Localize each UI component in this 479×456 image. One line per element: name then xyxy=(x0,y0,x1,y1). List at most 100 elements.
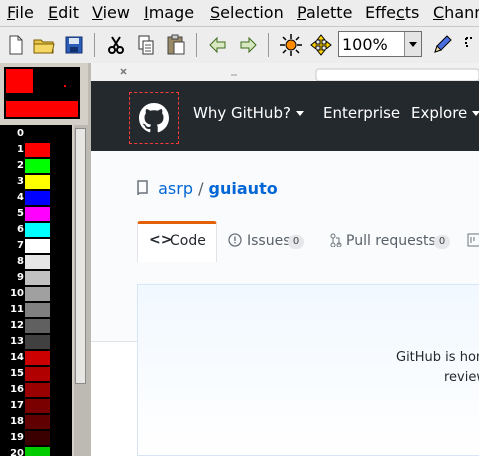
copy-icon[interactable] xyxy=(134,33,158,57)
palette-index: 4 xyxy=(17,192,24,203)
palette-entry[interactable]: 1 xyxy=(0,142,72,158)
palette-entry[interactable]: 19 xyxy=(0,430,72,446)
redo-arrow-icon[interactable] xyxy=(236,33,260,57)
chevron-down-icon[interactable] xyxy=(404,32,421,56)
cut-scissors-icon[interactable] xyxy=(104,33,128,57)
palette-index: 0 xyxy=(17,128,24,139)
undo-arrow-icon[interactable] xyxy=(206,33,230,57)
palette-color[interactable] xyxy=(25,399,50,413)
palette-entry[interactable]: 8 xyxy=(0,254,72,270)
palette-color[interactable] xyxy=(25,207,50,221)
palette-entry[interactable]: 3 xyxy=(0,174,72,190)
toolbar: 100% xyxy=(0,27,479,64)
palette-entry[interactable]: 13 xyxy=(0,334,72,350)
palette-entry[interactable]: 0 xyxy=(0,126,72,142)
palette-color[interactable] xyxy=(25,335,50,349)
image-canvas[interactable]: Why GitHub? Enterprise Explore asrp / gu… xyxy=(91,63,479,456)
palette-color[interactable] xyxy=(25,319,50,333)
palette-color[interactable] xyxy=(25,239,50,253)
palette-color[interactable] xyxy=(25,255,50,269)
palette-entry[interactable]: 6 xyxy=(0,222,72,238)
palette-index: 12 xyxy=(10,320,24,331)
tab-issues[interactable]: Issues 0 xyxy=(228,221,308,259)
menu-file[interactable]: File xyxy=(7,3,34,22)
tab-label: Code xyxy=(170,233,206,249)
open-folder-icon[interactable] xyxy=(32,33,56,57)
browser-strip xyxy=(91,63,479,82)
github-logo-icon[interactable] xyxy=(129,92,179,144)
tab-label: Pull requests xyxy=(346,233,436,249)
palette-color[interactable] xyxy=(25,143,50,157)
brightness-sun-icon[interactable] xyxy=(279,33,303,57)
scrollbar-thumb[interactable] xyxy=(75,128,86,384)
menu-selection[interactable]: Selection xyxy=(210,3,284,22)
palette-index: 8 xyxy=(17,256,24,267)
banner-line-1: GitHub is hom xyxy=(396,350,479,365)
palette-color[interactable] xyxy=(25,431,50,445)
palette-color[interactable] xyxy=(25,447,50,456)
palette-entry[interactable]: 4 xyxy=(0,190,72,206)
tab-code[interactable]: <> Code xyxy=(137,221,217,262)
menu-effects[interactable]: Effects xyxy=(365,3,419,22)
palette-color[interactable] xyxy=(25,159,50,173)
nav-why-github[interactable]: Why GitHub? xyxy=(193,104,304,122)
palette-color[interactable] xyxy=(25,367,50,381)
nav-enterprise[interactable]: Enterprise xyxy=(323,104,400,122)
zoom-value[interactable]: 100% xyxy=(342,35,388,54)
pencil-icon[interactable] xyxy=(430,33,454,57)
palette-entry[interactable]: 12 xyxy=(0,318,72,334)
palette-entry[interactable]: 10 xyxy=(0,286,72,302)
menu-view[interactable]: View xyxy=(92,3,130,22)
palette-color[interactable] xyxy=(25,191,50,205)
palette-entry[interactable]: 7 xyxy=(0,238,72,254)
palette-entry[interactable]: 16 xyxy=(0,382,72,398)
issue-opened-icon xyxy=(228,233,242,247)
palette-index: 7 xyxy=(17,240,24,251)
toolbar-separator xyxy=(94,33,95,57)
repo-name-link[interactable]: guiauto xyxy=(209,179,278,198)
chevron-down-icon xyxy=(472,111,479,116)
palette-entry[interactable]: 2 xyxy=(0,158,72,174)
palette-index: 9 xyxy=(17,272,24,283)
palette-entry[interactable]: 9 xyxy=(0,270,72,286)
palette-index: 3 xyxy=(17,176,24,187)
palette-entry[interactable]: 17 xyxy=(0,398,72,414)
palette-color[interactable] xyxy=(25,287,50,301)
tab-pull-requests[interactable]: Pull requests 0 xyxy=(330,221,450,259)
palette-index: 6 xyxy=(17,224,24,235)
palette-color[interactable] xyxy=(25,175,50,189)
palette-color[interactable] xyxy=(25,271,50,285)
zoom-combobox[interactable]: 100% xyxy=(338,31,422,57)
palette-color[interactable] xyxy=(25,303,50,317)
palette-entry[interactable]: 18 xyxy=(0,414,72,430)
color-swatch[interactable] xyxy=(4,67,80,119)
palette-color[interactable] xyxy=(25,351,50,365)
palette-index: 10 xyxy=(10,288,24,299)
palette-entry[interactable]: 11 xyxy=(0,302,72,318)
palette-entry[interactable]: 20 xyxy=(0,446,72,456)
repo-title: asrp / guiauto xyxy=(137,179,278,198)
save-disk-icon[interactable] xyxy=(62,33,86,57)
nav-explore[interactable]: Explore xyxy=(411,104,479,122)
new-file-icon[interactable] xyxy=(4,33,28,57)
repo-owner-link[interactable]: asrp xyxy=(158,179,193,198)
palette-entry[interactable]: 5 xyxy=(0,206,72,222)
move-arrows-icon[interactable] xyxy=(309,33,333,57)
menu-palette[interactable]: Palette xyxy=(297,3,352,22)
palette-entry[interactable]: 15 xyxy=(0,366,72,382)
palette-color[interactable] xyxy=(25,383,50,397)
menu-image[interactable]: Image xyxy=(144,3,194,22)
palette-list[interactable]: 0 1 2 3 4 5 6 7 8 9 10 11 12 13 14 15 16 17 18 19 20 xyxy=(0,125,72,456)
selection-tool-icon[interactable] xyxy=(460,33,479,57)
tab-projects[interactable] xyxy=(467,221,479,259)
palette-entry[interactable]: 14 xyxy=(0,350,72,366)
paste-clipboard-icon[interactable] xyxy=(164,33,188,57)
menu-channels[interactable]: Chann xyxy=(433,3,479,22)
chevron-down-icon xyxy=(295,111,304,116)
palette-index: 1 xyxy=(17,144,24,155)
palette-scrollbar[interactable] xyxy=(74,125,88,456)
menu-edit[interactable]: Edit xyxy=(48,3,79,22)
palette-color[interactable] xyxy=(25,415,50,429)
palette-color[interactable] xyxy=(25,223,50,237)
palette-color[interactable] xyxy=(25,127,50,141)
